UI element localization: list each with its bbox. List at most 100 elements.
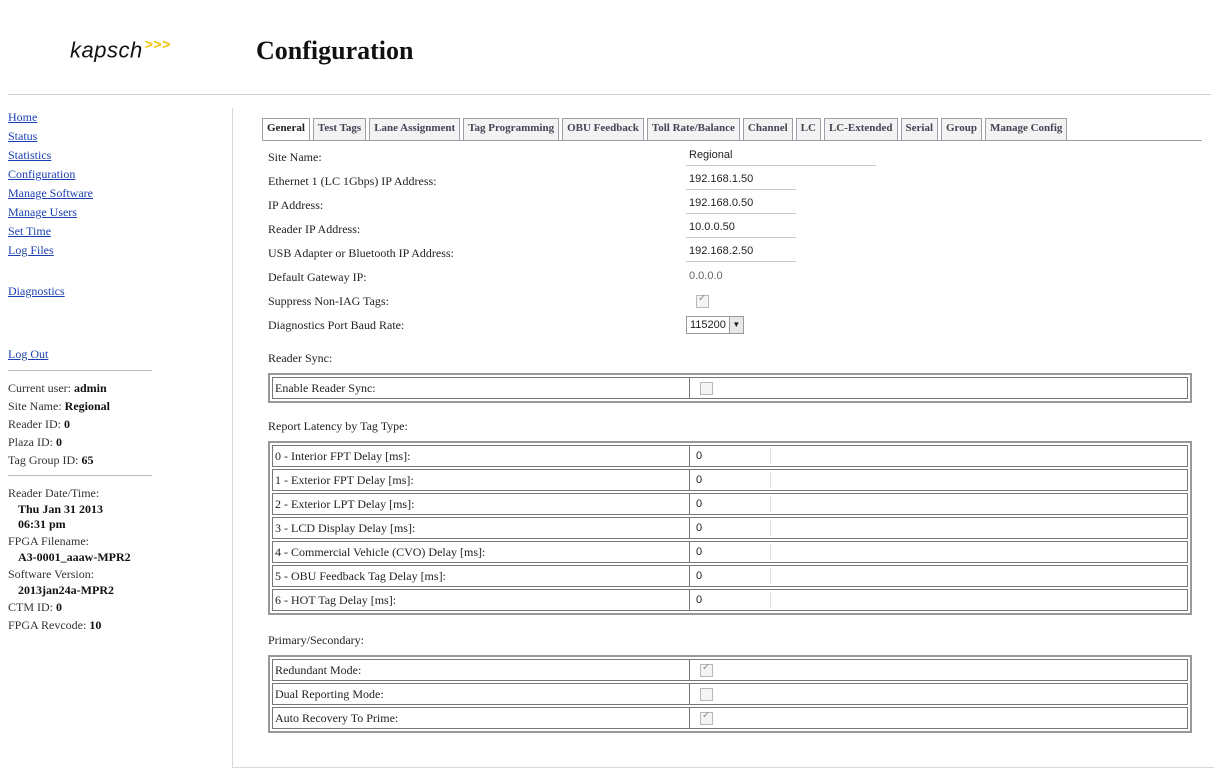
usb-row: USB Adapter or Bluetooth IP Address: 192.…: [262, 241, 1202, 265]
reader-ip-label: Reader IP Address:: [268, 221, 361, 236]
latency-input[interactable]: 0: [690, 448, 771, 464]
reader-ip-row: Reader IP Address: 10.0.0.50: [262, 217, 1202, 241]
tab-serial[interactable]: Serial: [900, 118, 938, 140]
nav-statistics[interactable]: Statistics: [8, 146, 156, 165]
content-border-bottom: [232, 767, 1214, 768]
latency-row-label: 0 - Interior FPT Delay [ms]:: [273, 446, 690, 466]
software-version-value: 2013jan24a-MPR2: [18, 583, 114, 597]
reader-id-label: Reader ID:: [8, 417, 61, 431]
site-name-value: Regional: [64, 399, 110, 413]
redundant-mode-checkbox[interactable]: [700, 662, 713, 677]
latency-row: 1 - Exterior FPT Delay [ms]: 0: [272, 469, 1188, 491]
sidebar-divider: [8, 370, 152, 371]
fpga-filename-value: A3-0001_aaaw-MPR2: [18, 550, 131, 564]
site-name-label: Site Name:: [8, 399, 62, 413]
logo-arrows-icon: >>>: [144, 36, 171, 52]
latency-input[interactable]: 0: [690, 472, 771, 488]
enable-reader-sync-checkbox[interactable]: [700, 381, 713, 395]
dual-row: Dual Reporting Mode:: [272, 683, 1188, 705]
auto-recovery-row: Auto Recovery To Prime:: [272, 707, 1188, 729]
tab-tag-programming[interactable]: Tag Programming: [463, 118, 560, 140]
ip-address-input[interactable]: 192.168.0.50: [686, 196, 796, 214]
suppress-non-iag-checkbox[interactable]: [696, 293, 709, 308]
header-divider: [8, 94, 1211, 95]
ip-row: IP Address: 192.168.0.50: [262, 193, 1202, 217]
suppress-label: Suppress Non-IAG Tags:: [268, 293, 389, 308]
header: kapsch >>> Configuration: [0, 0, 1217, 95]
latency-input[interactable]: 0: [690, 544, 771, 560]
reader-date-time-label: Reader Date/Time:: [8, 486, 100, 500]
redundant-row: Redundant Mode:: [272, 659, 1188, 681]
primary-secondary-title: Primary/Secondary:: [268, 633, 364, 647]
nav-configuration[interactable]: Configuration: [8, 165, 156, 184]
nav-manage-software[interactable]: Manage Software: [8, 184, 156, 203]
latency-row-label: 1 - Exterior FPT Delay [ms]:: [273, 470, 690, 490]
dual-reporting-checkbox[interactable]: [700, 687, 713, 701]
usb-label: USB Adapter or Bluetooth IP Address:: [268, 245, 454, 260]
latency-row-label: 3 - LCD Display Delay [ms]:: [273, 518, 690, 538]
tab-lane-assignment[interactable]: Lane Assignment: [369, 118, 461, 140]
reader-sync-row: Enable Reader Sync:: [272, 377, 1188, 399]
latency-input[interactable]: 0: [690, 496, 771, 512]
tab-manage-config[interactable]: Manage Config: [984, 118, 1068, 140]
latency-title: Report Latency by Tag Type:: [268, 419, 408, 433]
reader-time-value: 06:31 pm: [18, 517, 66, 531]
tab-group[interactable]: Group: [941, 118, 982, 140]
tab-lc[interactable]: LC: [795, 118, 821, 140]
tab-toll-rate-balance[interactable]: Toll Rate/Balance: [646, 118, 740, 140]
latency-input[interactable]: 0: [690, 592, 771, 608]
tab-test-tags[interactable]: Test Tags: [312, 118, 367, 140]
redundant-mode-label: Redundant Mode:: [273, 660, 690, 680]
plaza-id-value: 0: [55, 435, 62, 449]
chevron-down-icon[interactable]: ▼: [728, 317, 743, 333]
auto-recovery-label: Auto Recovery To Prime:: [273, 708, 690, 728]
reader-date-value: Thu Jan 31 2013: [18, 502, 104, 516]
tab-lc-extended[interactable]: LC-Extended: [823, 118, 898, 140]
latency-row: 0 - Interior FPT Delay [ms]: 0: [272, 445, 1188, 467]
site-name-input[interactable]: Regional: [686, 148, 876, 166]
latency-input[interactable]: 0: [690, 568, 771, 584]
gateway-ip-input[interactable]: 0.0.0.0: [686, 269, 796, 286]
latency-row: 5 - OBU Feedback Tag Delay [ms]: 0: [272, 565, 1188, 587]
tab-channel[interactable]: Channel: [742, 118, 793, 140]
nav-set-time[interactable]: Set Time: [8, 222, 156, 241]
tag-group-id-value: 65: [81, 453, 94, 467]
primary-secondary-box: Redundant Mode: Dual Reporting Mode: Aut…: [268, 655, 1192, 733]
enable-reader-sync-label: Enable Reader Sync:: [273, 378, 690, 398]
eth1-ip-input[interactable]: 192.168.1.50: [686, 172, 796, 190]
fpga-filename-label: FPGA Filename:: [8, 534, 90, 548]
reader-ip-input[interactable]: 10.0.0.50: [686, 220, 796, 238]
reader-info: Reader Date/Time: Thu Jan 31 2013 06:31 …: [8, 484, 156, 634]
nav-manage-users[interactable]: Manage Users: [8, 203, 156, 222]
latency-row-label: 2 - Exterior LPT Delay [ms]:: [273, 494, 690, 514]
nav-diagnostics[interactable]: Diagnostics: [8, 282, 156, 301]
tab-obu-feedback[interactable]: OBU Feedback: [562, 118, 644, 140]
gateway-label: Default Gateway IP:: [268, 269, 367, 284]
nav-home[interactable]: Home: [8, 108, 156, 127]
kapsch-logo: kapsch >>>: [70, 36, 171, 63]
latency-row-label: 4 - Commercial Vehicle (CVO) Delay [ms]:: [273, 542, 690, 562]
tab-general[interactable]: General: [262, 118, 310, 140]
eth1-row: Ethernet 1 (LC 1Gbps) IP Address: 192.168…: [262, 169, 1202, 193]
plaza-id-label: Plaza ID:: [8, 435, 53, 449]
sidebar-divider: [8, 475, 152, 476]
nav-status[interactable]: Status: [8, 127, 156, 146]
content-border-left: [232, 108, 233, 768]
fpga-revcode-value: 10: [89, 618, 102, 632]
user-info: Current user: admin Site Name: Regional …: [8, 379, 156, 469]
suppress-row: Suppress Non-IAG Tags:: [262, 289, 1202, 313]
baud-rate-value: 115200: [690, 319, 726, 331]
current-user-value: admin: [73, 381, 107, 395]
sidebar: Home Status Statistics Configuration Man…: [8, 108, 156, 634]
software-version-label: Software Version:: [8, 567, 95, 581]
baud-rate-select[interactable]: 115200 ▼: [686, 316, 744, 334]
tag-group-id-label: Tag Group ID:: [8, 453, 79, 467]
usb-bluetooth-ip-input[interactable]: 192.168.2.50: [686, 244, 796, 262]
latency-row: 3 - LCD Display Delay [ms]: 0: [272, 517, 1188, 539]
nav-log-files[interactable]: Log Files: [8, 241, 156, 260]
auto-recovery-checkbox[interactable]: [700, 710, 713, 725]
latency-input[interactable]: 0: [690, 520, 771, 536]
reader-id-value: 0: [63, 417, 70, 431]
logout-link[interactable]: Log Out: [8, 345, 156, 364]
site-name-field-label: Site Name:: [268, 149, 322, 164]
